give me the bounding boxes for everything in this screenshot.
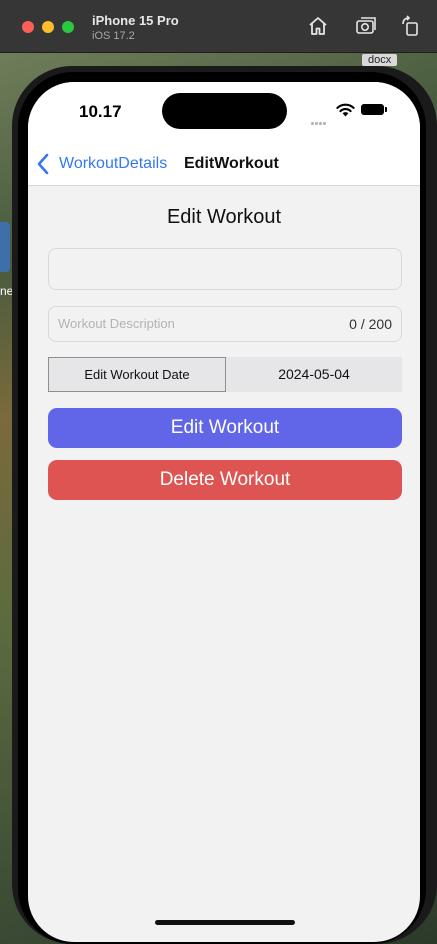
status-bar: 10.17 <box>28 82 420 144</box>
home-icon[interactable] <box>306 14 330 38</box>
delete-workout-button[interactable]: Delete Workout <box>48 460 402 500</box>
desktop-file-label[interactable]: docx <box>362 54 398 66</box>
page-title: Edit Workout <box>166 206 282 228</box>
rotate-icon[interactable] <box>399 14 423 38</box>
chevron-left-icon[interactable] <box>36 153 50 175</box>
edit-workout-date-button[interactable]: Edit Workout Date <box>48 357 226 392</box>
dynamic-island <box>162 93 287 129</box>
zoom-window-button[interactable] <box>62 21 74 33</box>
simulator-title-bar: iPhone 15 Pro iOS 17.2 <box>0 0 437 53</box>
signal-icon <box>311 112 333 125</box>
status-time: 10.17 <box>79 102 122 121</box>
back-button[interactable]: WorkoutDetails <box>59 155 167 173</box>
device-os-version: iOS 17.2 <box>92 30 135 42</box>
home-indicator[interactable] <box>155 920 295 925</box>
description-placeholder: Workout Description <box>58 316 175 331</box>
battery-icon <box>361 104 387 115</box>
date-picker-row: Edit Workout Date 2024-05-04 <box>48 357 402 392</box>
navigation-bar: WorkoutDetails EditWorkout <box>28 144 420 186</box>
screenshot-icon[interactable] <box>354 14 378 38</box>
minimize-window-button[interactable] <box>42 21 54 33</box>
edit-workout-form: Edit Workout Workout Description 0 / 200… <box>28 186 420 942</box>
workout-date-value[interactable]: 2024-05-04 <box>226 357 402 392</box>
phone-screen: 10.17 WorkoutDetails EditWorkout Edit Wo… <box>28 82 420 942</box>
workout-name-input[interactable] <box>48 248 402 290</box>
device-name: iPhone 15 Pro <box>92 13 179 28</box>
desktop-app-icon[interactable] <box>0 222 10 272</box>
edit-workout-button[interactable]: Edit Workout <box>48 408 402 448</box>
close-window-button[interactable] <box>22 21 34 33</box>
nav-title: EditWorkout <box>184 155 279 172</box>
description-char-counter: 0 / 200 <box>349 316 392 332</box>
wifi-icon <box>336 103 355 117</box>
workout-description-input[interactable]: Workout Description 0 / 200 <box>48 306 402 342</box>
